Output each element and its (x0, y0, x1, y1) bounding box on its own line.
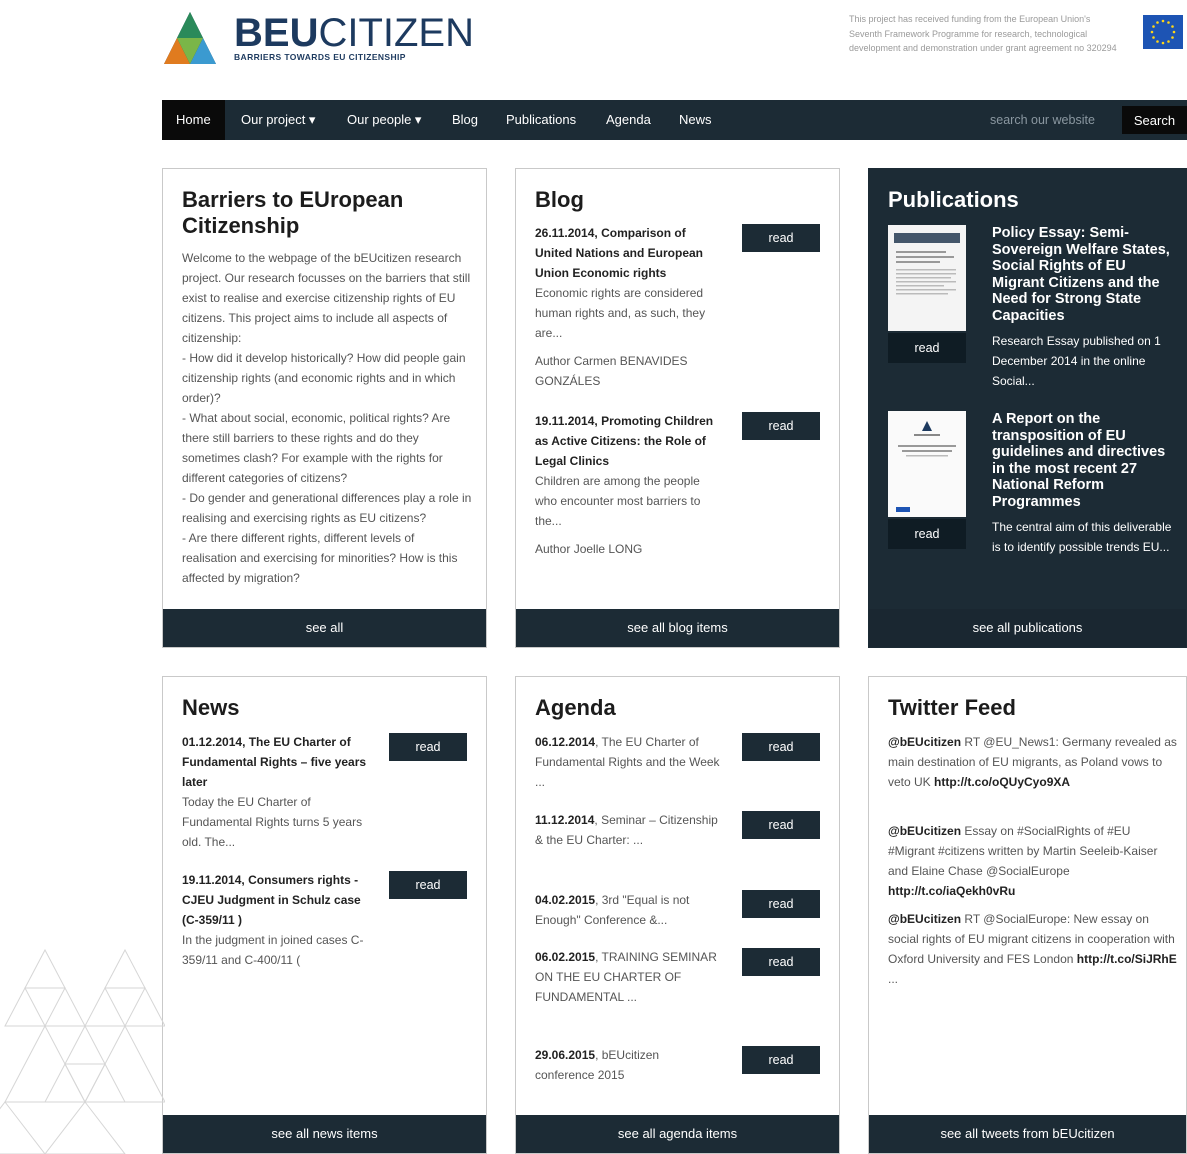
blog-excerpt: Economic rights are considered human rig… (535, 286, 706, 340)
publications-title: Publications (888, 187, 1019, 212)
agenda-read-button[interactable]: read (742, 890, 820, 918)
tweet-user[interactable]: @bEUcitizen (888, 912, 961, 926)
agenda-date: 06.02.2015 (535, 950, 596, 964)
agenda-item[interactable]: 04.02.2015, 3rd "Equal is not Enough" Co… (535, 890, 720, 930)
twitter-title: Twitter Feed (888, 695, 1016, 720)
agenda-item[interactable]: 06.12.2014, The EU Charter of Fundamenta… (535, 732, 720, 792)
tweet-user[interactable]: @bEUcitizen (888, 735, 961, 749)
intro-paragraph: - Do gender and generational differences… (182, 491, 472, 525)
nav-our-people[interactable]: Our people ▾ (347, 100, 421, 140)
blog-date: 26.11.2014 (535, 226, 595, 240)
blog-read-button[interactable]: read (742, 224, 820, 252)
news-panel: News 01.12.2014, The EU Charter of Funda… (162, 676, 487, 1154)
publications-see-all-link[interactable]: see all publications (869, 609, 1186, 647)
publication-description: Research Essay published on 1 December 2… (992, 334, 1161, 388)
news-item[interactable]: 19.11.2014, Consumers rights - CJEU Judg… (182, 870, 367, 970)
intro-paragraph: - What about social, economic, political… (182, 411, 451, 485)
funding-notice: This project has received funding from t… (849, 14, 1117, 53)
agenda-read-button[interactable]: read (742, 948, 820, 976)
agenda-date: 06.12.2014 (535, 735, 596, 749)
intro-panel: Barriers to EUropean Citizenship Welcome… (162, 168, 487, 648)
news-title: News (182, 695, 240, 720)
eu-flag-icon (1143, 15, 1183, 49)
publication-description: The central aim of this deliverable is t… (992, 520, 1172, 554)
twitter-panel: Twitter Feed @bEUcitizen RT @EU_News1: G… (868, 676, 1187, 1154)
tweet-user[interactable]: @bEUcitizen (888, 824, 961, 838)
document-thumbnail-icon (888, 225, 966, 331)
pyramid-logo-icon (164, 12, 216, 64)
news-date: 01.12.2014 (182, 735, 243, 749)
agenda-date: 11.12.2014 (535, 813, 595, 827)
agenda-item[interactable]: 29.06.2015, bEUcitizen conference 2015 (535, 1045, 720, 1085)
publication-cover-image[interactable] (888, 411, 966, 517)
agenda-read-button[interactable]: read (742, 811, 820, 839)
publication-read-button[interactable]: read (888, 519, 966, 549)
twitter-see-all-link[interactable]: see all tweets from bEUcitizen (869, 1115, 1186, 1153)
news-item[interactable]: 01.12.2014, The EU Charter of Fundamenta… (182, 732, 367, 852)
logo-title: BEUCITIZEN (234, 11, 474, 55)
agenda-panel: Agenda 06.12.2014, The EU Charter of Fun… (515, 676, 840, 1154)
nav-news[interactable]: News (679, 100, 712, 140)
agenda-date: 29.06.2015 (535, 1048, 596, 1062)
publication-cover-image[interactable] (888, 225, 966, 331)
blog-title: Blog (535, 187, 584, 212)
tweet: @bEUcitizen RT @EU_News1: Germany reveal… (888, 732, 1178, 792)
intro-paragraph: Welcome to the webpage of the bEUcitizen… (182, 251, 471, 345)
news-excerpt: In the judgment in joined cases C-359/11… (182, 933, 364, 967)
nav-blog[interactable]: Blog (452, 100, 478, 140)
agenda-read-button[interactable]: read (742, 1046, 820, 1074)
tweet-link[interactable]: http://t.co/iaQekh0vRu (888, 884, 1015, 898)
logo-tagline: BARRIERS TOWARDS EU CITIZENSHIP (234, 52, 406, 62)
agenda-item[interactable]: 11.12.2014, Seminar – Citizenship & the … (535, 810, 720, 850)
news-read-button[interactable]: read (389, 871, 467, 899)
publication-title[interactable]: A Report on the transposition of EU guid… (992, 411, 1182, 510)
search-input[interactable] (980, 106, 1116, 134)
blog-author: Author Carmen BENAVIDES GONZÁLES (535, 354, 688, 388)
document-thumbnail-icon (888, 411, 966, 517)
news-see-all-link[interactable]: see all news items (163, 1115, 486, 1153)
intro-paragraph: - Are there different rights, different … (182, 531, 458, 585)
blog-item[interactable]: 19.11.2014, Promoting Children as Active… (535, 411, 720, 559)
triangle-pattern-decoration (0, 948, 165, 1154)
publication-title[interactable]: Policy Essay: Semi-Sovereign Welfare Sta… (992, 225, 1182, 324)
publication-read-button[interactable]: read (888, 333, 966, 363)
nav-home[interactable]: Home (162, 100, 225, 140)
publications-panel: Publications read Policy Essay: Semi-Sov… (868, 168, 1187, 648)
tweet-link[interactable]: http://t.co/SiJRhE (1077, 952, 1177, 966)
nav-publications[interactable]: Publications (506, 100, 576, 140)
agenda-title: Agenda (535, 695, 616, 720)
main-nav: Home Our project ▾ Our people ▾ Blog Pub… (162, 100, 1187, 140)
tweet-suffix: ... (888, 972, 899, 986)
tweet-link[interactable]: http://t.co/oQUyCyo9XA (934, 775, 1070, 789)
news-excerpt: Today the EU Charter of Fundamental Righ… (182, 795, 363, 849)
agenda-see-all-link[interactable]: see all agenda items (516, 1115, 839, 1153)
blog-see-all-link[interactable]: see all blog items (516, 609, 839, 647)
intro-body: Welcome to the webpage of the bEUcitizen… (182, 248, 472, 608)
blog-panel: Blog 26.11.2014, Comparison of United Na… (515, 168, 840, 648)
intro-title: Barriers to EUropean Citizenship (182, 187, 404, 238)
agenda-item[interactable]: 06.02.2015, TRAINING SEMINAR ON THE EU C… (535, 947, 720, 1007)
nav-our-project[interactable]: Our project ▾ (241, 100, 315, 140)
agenda-date: 04.02.2015 (535, 893, 596, 907)
intro-paragraph: - How did it develop historically? How d… (182, 351, 466, 405)
tweet: @bEUcitizen Essay on #SocialRights of #E… (888, 821, 1178, 901)
tweet: @bEUcitizen RT @SocialEurope: New essay … (888, 909, 1178, 989)
blog-author: Author Joelle LONG (535, 542, 643, 556)
agenda-read-button[interactable]: read (742, 733, 820, 761)
search-button[interactable]: Search (1122, 106, 1187, 134)
site-logo[interactable]: BEUCITIZEN BARRIERS TOWARDS EU CITIZENSH… (162, 10, 474, 70)
blog-read-button[interactable]: read (742, 412, 820, 440)
news-read-button[interactable]: read (389, 733, 467, 761)
intro-see-all-link[interactable]: see all (163, 609, 486, 647)
blog-date: 19.11.2014 (535, 414, 595, 428)
news-date: 19.11.2014 (182, 873, 242, 887)
nav-agenda[interactable]: Agenda (606, 100, 651, 140)
blog-excerpt: Children are among the people who encoun… (535, 474, 701, 528)
blog-item[interactable]: 26.11.2014, Comparison of United Nations… (535, 223, 720, 391)
